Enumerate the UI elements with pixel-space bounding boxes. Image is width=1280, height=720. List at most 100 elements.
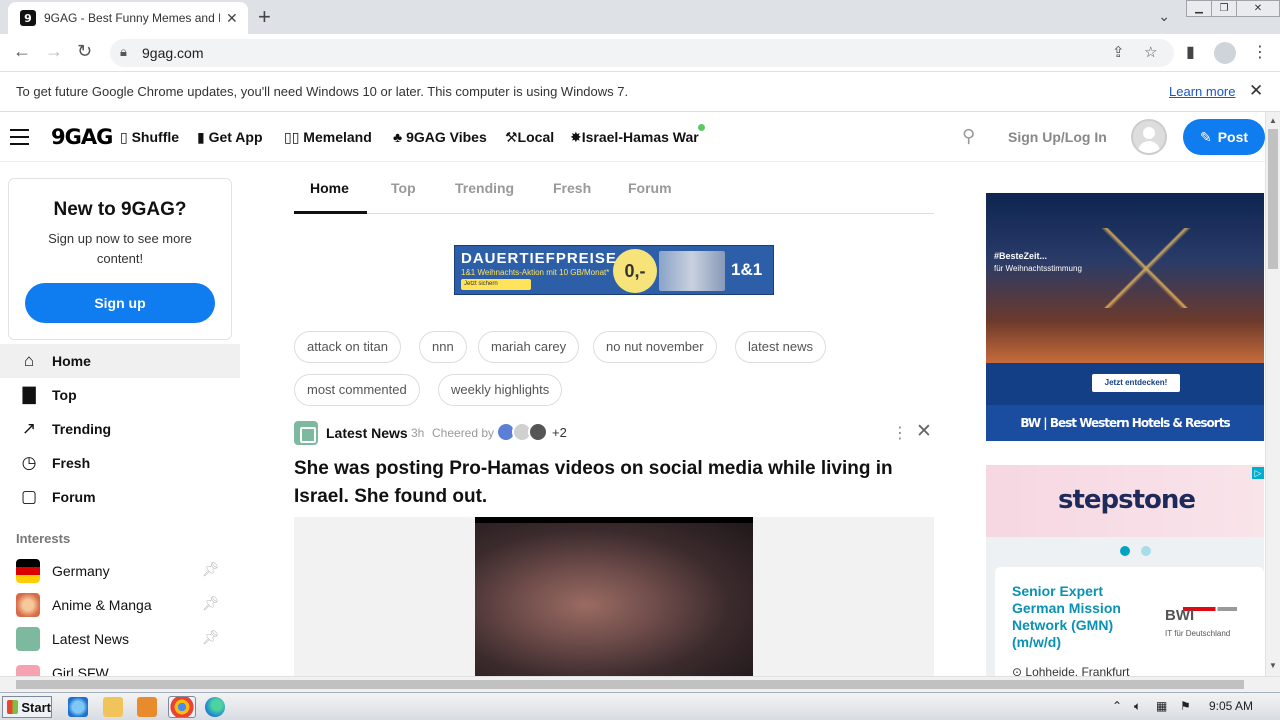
start-button[interactable]: Start [2, 696, 52, 718]
network-icon[interactable]: ▦ [1156, 699, 1167, 713]
signup-login-link[interactable]: Sign Up/Log In [1008, 129, 1107, 145]
clock[interactable]: 9:05 AM [1209, 699, 1253, 713]
nav-israel-hamas-war[interactable]: ✸Israel-Hamas War [570, 129, 699, 146]
flag-tray-icon[interactable]: ⚑ [1180, 699, 1191, 713]
bookmark-star-icon[interactable]: ☆ [1144, 43, 1157, 61]
sidebar-item-home[interactable]: ⌂ Home [0, 344, 240, 378]
reload-icon[interactable]: ↻ [77, 41, 92, 62]
chrome-taskbar-icon[interactable] [168, 696, 196, 718]
pin-icon[interactable]: 📌︎ [202, 629, 220, 646]
user-avatar-icon[interactable] [1131, 119, 1167, 155]
adchoices-icon[interactable]: ▷ [1252, 467, 1264, 479]
post-title[interactable]: She was posting Pro-Hamas videos on soci… [294, 455, 934, 511]
scroll-down-icon[interactable]: ▼ [1269, 661, 1277, 670]
tag-row-1: attack on titan nnn mariah carey no nut … [294, 331, 934, 365]
volume-icon[interactable]: 🔈︎ [1134, 699, 1141, 714]
tag-chip[interactable]: latest news [735, 331, 827, 363]
nav-local[interactable]: ⚒Local [505, 129, 554, 146]
post-video[interactable] [475, 517, 753, 677]
ad-best-western[interactable]: #BesteZeit... für Weihnachtsstimmung Jet… [986, 193, 1264, 441]
cheer-avatar[interactable] [528, 422, 548, 442]
edge-icon[interactable] [205, 697, 225, 717]
interest-girl-sfw[interactable]: Girl SFW [0, 656, 240, 676]
horizontal-scrollbar[interactable] [0, 676, 1280, 692]
sidebar-signup-button[interactable]: Sign up [25, 283, 215, 323]
tag-chip[interactable]: attack on titan [294, 331, 401, 363]
tag-chip[interactable]: mariah carey [478, 331, 580, 363]
restore-button[interactable]: ❐ [1211, 0, 1237, 17]
close-tab-icon[interactable]: ✕ [226, 10, 238, 27]
sidebar-item-forum[interactable]: ▢ Forum [0, 480, 240, 514]
ad-stepstone[interactable]: stepstone ▷ Senior Expert German Mission… [986, 465, 1264, 677]
hamburger-menu-icon[interactable] [10, 129, 29, 150]
nav-9gag-vibes[interactable]: ♣ 9GAG Vibes [393, 129, 487, 145]
infobar-close-icon[interactable]: ✕ [1249, 81, 1263, 101]
minimize-button[interactable]: ▁ [1186, 0, 1212, 17]
file-explorer-icon[interactable] [103, 697, 123, 717]
scroll-thumb[interactable] [1268, 129, 1278, 269]
menu-kebab-icon[interactable]: ⋮ [1252, 42, 1268, 62]
tag-chip[interactable]: nnn [419, 331, 467, 363]
share-icon[interactable]: ⇪ [1112, 43, 1125, 61]
interest-label: Girl SFW [52, 665, 109, 676]
lock-icon[interactable]: 🔒︎ [120, 44, 127, 60]
feed-tabs: Home Top Trending Fresh Forum [294, 162, 934, 214]
tag-chip[interactable]: most commented [294, 374, 420, 406]
tab-trending[interactable]: Trending [455, 180, 514, 196]
profile-icon[interactable] [1214, 42, 1236, 64]
vertical-scrollbar[interactable]: ▲ ▼ [1265, 112, 1280, 676]
tab-top[interactable]: Top [391, 180, 416, 196]
windows-taskbar: Start ⌃ 🔈︎ ▦ ⚑ 9:05 AM [0, 692, 1280, 720]
tag-chip[interactable]: weekly highlights [438, 374, 563, 406]
sidebar-item-fresh[interactable]: ◷ Fresh [0, 446, 240, 480]
ad-button[interactable]: Jetzt sichern [461, 279, 531, 290]
tab-forum[interactable]: Forum [628, 180, 672, 196]
cheer-more-count[interactable]: +2 [552, 425, 567, 440]
carousel-dot[interactable] [1141, 546, 1151, 556]
side-panel-icon[interactable]: ▮ [1186, 42, 1195, 62]
tag-chip[interactable]: no nut november [593, 331, 717, 363]
new-tab-button[interactable]: + [258, 4, 271, 30]
media-player-icon[interactable] [137, 697, 157, 717]
interest-label: Germany [52, 563, 110, 579]
tab-home[interactable]: Home [310, 180, 349, 196]
stepstone-logo: stepstone [1058, 485, 1196, 515]
scroll-up-icon[interactable]: ▲ [1269, 116, 1277, 125]
ad-discover-button[interactable]: Jetzt entdecken! [1092, 374, 1180, 392]
forward-icon[interactable]: → [45, 41, 63, 62]
pin-icon[interactable]: 📌︎ [202, 561, 220, 578]
nav-shuffle[interactable]: ▯ Shuffle [120, 129, 179, 146]
sidebar-item-trending[interactable]: ↗ Trending [0, 412, 240, 446]
nav-get-app[interactable]: ▮ Get App [197, 129, 263, 146]
post-media[interactable] [294, 517, 934, 677]
carousel-dot-active[interactable] [1120, 546, 1130, 556]
interest-germany[interactable]: Germany 📌︎ [0, 554, 240, 588]
job-card[interactable]: Senior Expert German Mission Network (GM… [995, 567, 1264, 677]
pin-icon[interactable]: 📌︎ [202, 595, 220, 612]
latest-news-icon[interactable] [294, 421, 318, 445]
ad-banner-1und1[interactable]: DAUERTIEFPREISE 1&1 Weihnachts-Aktion mi… [454, 245, 774, 295]
hscroll-thumb[interactable] [16, 680, 1244, 689]
window-close-button[interactable]: ✕ [1236, 0, 1280, 17]
interests-heading: Interests [16, 531, 71, 546]
nav-memeland[interactable]: ▯▯ Memeland [284, 129, 372, 146]
post-more-icon[interactable]: ⋮ [892, 423, 908, 443]
live-indicator-dot [698, 124, 705, 131]
post-hide-icon[interactable]: ✕ [916, 420, 932, 443]
learn-more-link[interactable]: Learn more [1169, 84, 1235, 99]
post-button[interactable]: ✎ Post [1183, 119, 1265, 155]
interest-latest-news[interactable]: Latest News 📌︎ [0, 622, 240, 656]
9gag-logo[interactable]: 9GAG [51, 125, 113, 149]
post-category[interactable]: Latest News [326, 425, 408, 441]
interest-anime-manga[interactable]: Anime & Manga 📌︎ [0, 588, 240, 622]
address-bar[interactable]: 🔒︎ 9gag.com ⇪ ☆ [110, 39, 1174, 67]
search-icon[interactable]: ⚲ [962, 126, 975, 147]
sidebar-item-top[interactable]: ▇ Top [0, 378, 240, 412]
back-icon[interactable]: ← [13, 41, 31, 62]
tab-search-chevron-icon[interactable]: ⌄ [1158, 8, 1170, 25]
post-time: 3h [411, 426, 425, 440]
internet-explorer-icon[interactable] [68, 697, 88, 717]
tab-fresh[interactable]: Fresh [553, 180, 591, 196]
tray-chevron-icon[interactable]: ⌃ [1112, 699, 1122, 713]
browser-tab[interactable]: 9 9GAG - Best Funny Memes and Breaking N… [8, 2, 248, 34]
